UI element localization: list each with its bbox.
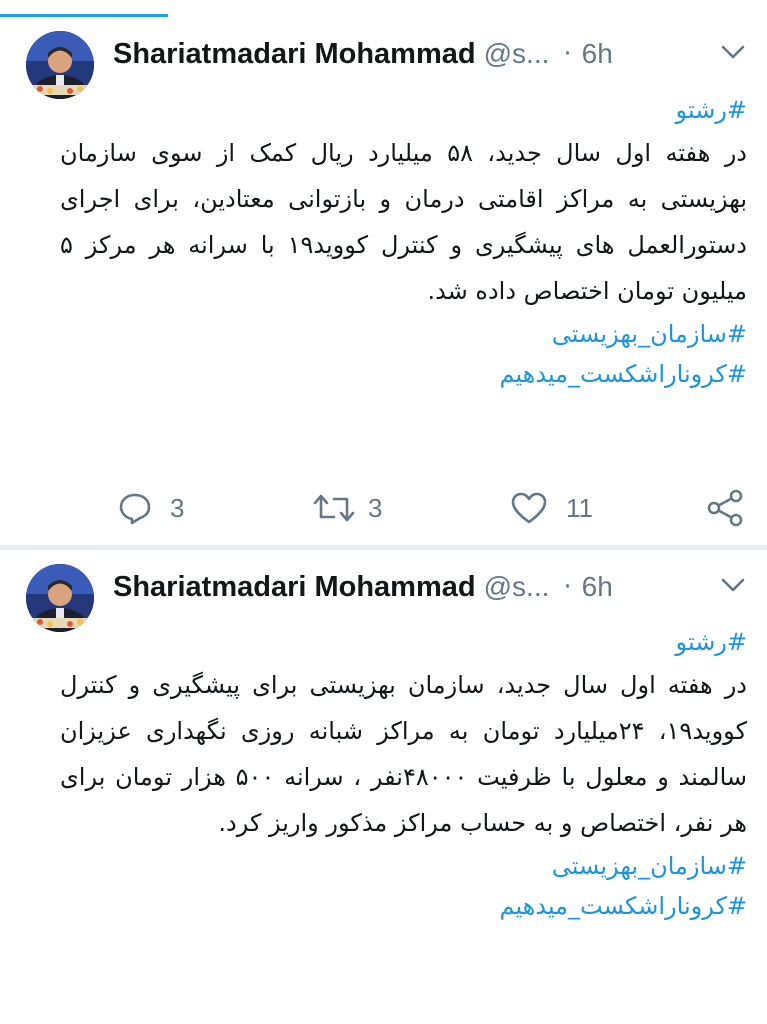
tweet-body: #رشتو در هفته اول سال جدید، سازمان بهزیس…	[60, 622, 747, 926]
chevron-down-icon[interactable]	[719, 575, 747, 595]
share-icon	[707, 489, 743, 527]
tweet[interactable]: Shariatmadari Mohammad @s... · 6h #رشتو …	[0, 18, 767, 545]
hashtag-link[interactable]: #سازمان_بهزیستی	[60, 846, 747, 886]
hashtag-link[interactable]: #رشتو	[60, 90, 747, 130]
author-handle[interactable]: @s...	[484, 38, 550, 70]
tweet-header: Shariatmadari Mohammad @s... · 6h	[113, 565, 747, 609]
tweet-text: در هفته اول سال جدید، ۵۸ میلیارد ریال کم…	[60, 139, 747, 305]
retweet-icon	[313, 494, 355, 522]
share-button[interactable]	[706, 486, 746, 530]
hashtag-link[interactable]: #رشتو	[60, 622, 747, 662]
retweet-count: 3	[368, 492, 383, 523]
hashtag-link[interactable]: #کروناراشکست_میدهیم	[60, 886, 747, 926]
like-icon	[511, 492, 547, 524]
avatar[interactable]	[26, 31, 94, 99]
author-handle[interactable]: @s...	[484, 571, 550, 603]
like-count: 11	[566, 492, 593, 523]
tweet-body: #رشتو در هفته اول سال جدید، ۵۸ میلیارد ر…	[60, 90, 747, 394]
tab-indicator	[0, 14, 168, 17]
hashtag-link[interactable]: #سازمان_بهزیستی	[60, 314, 747, 354]
tweet-text: در هفته اول سال جدید، سازمان بهزیستی برا…	[60, 671, 748, 837]
chevron-down-icon[interactable]	[719, 42, 747, 62]
like-button[interactable]: 11	[510, 486, 593, 530]
tweet[interactable]: Shariatmadari Mohammad @s... · 6h #رشتو …	[0, 550, 767, 1024]
tweet-header: Shariatmadari Mohammad @s... · 6h	[113, 32, 747, 76]
hashtag-link[interactable]: #کروناراشکست_میدهیم	[60, 354, 747, 394]
timestamp[interactable]: 6h	[582, 571, 613, 603]
tweet-actions: 3 3 11	[0, 486, 767, 530]
reply-icon	[119, 493, 151, 525]
reply-count: 3	[170, 492, 185, 523]
retweet-button[interactable]: 3	[312, 486, 382, 530]
separator: ·	[563, 572, 572, 602]
avatar-image	[26, 31, 94, 99]
timestamp[interactable]: 6h	[582, 38, 613, 70]
author-name[interactable]: Shariatmadari Mohammad	[113, 38, 476, 71]
author-name[interactable]: Shariatmadari Mohammad	[113, 571, 476, 604]
reply-button[interactable]: 3	[118, 486, 184, 530]
separator: ·	[563, 39, 572, 69]
